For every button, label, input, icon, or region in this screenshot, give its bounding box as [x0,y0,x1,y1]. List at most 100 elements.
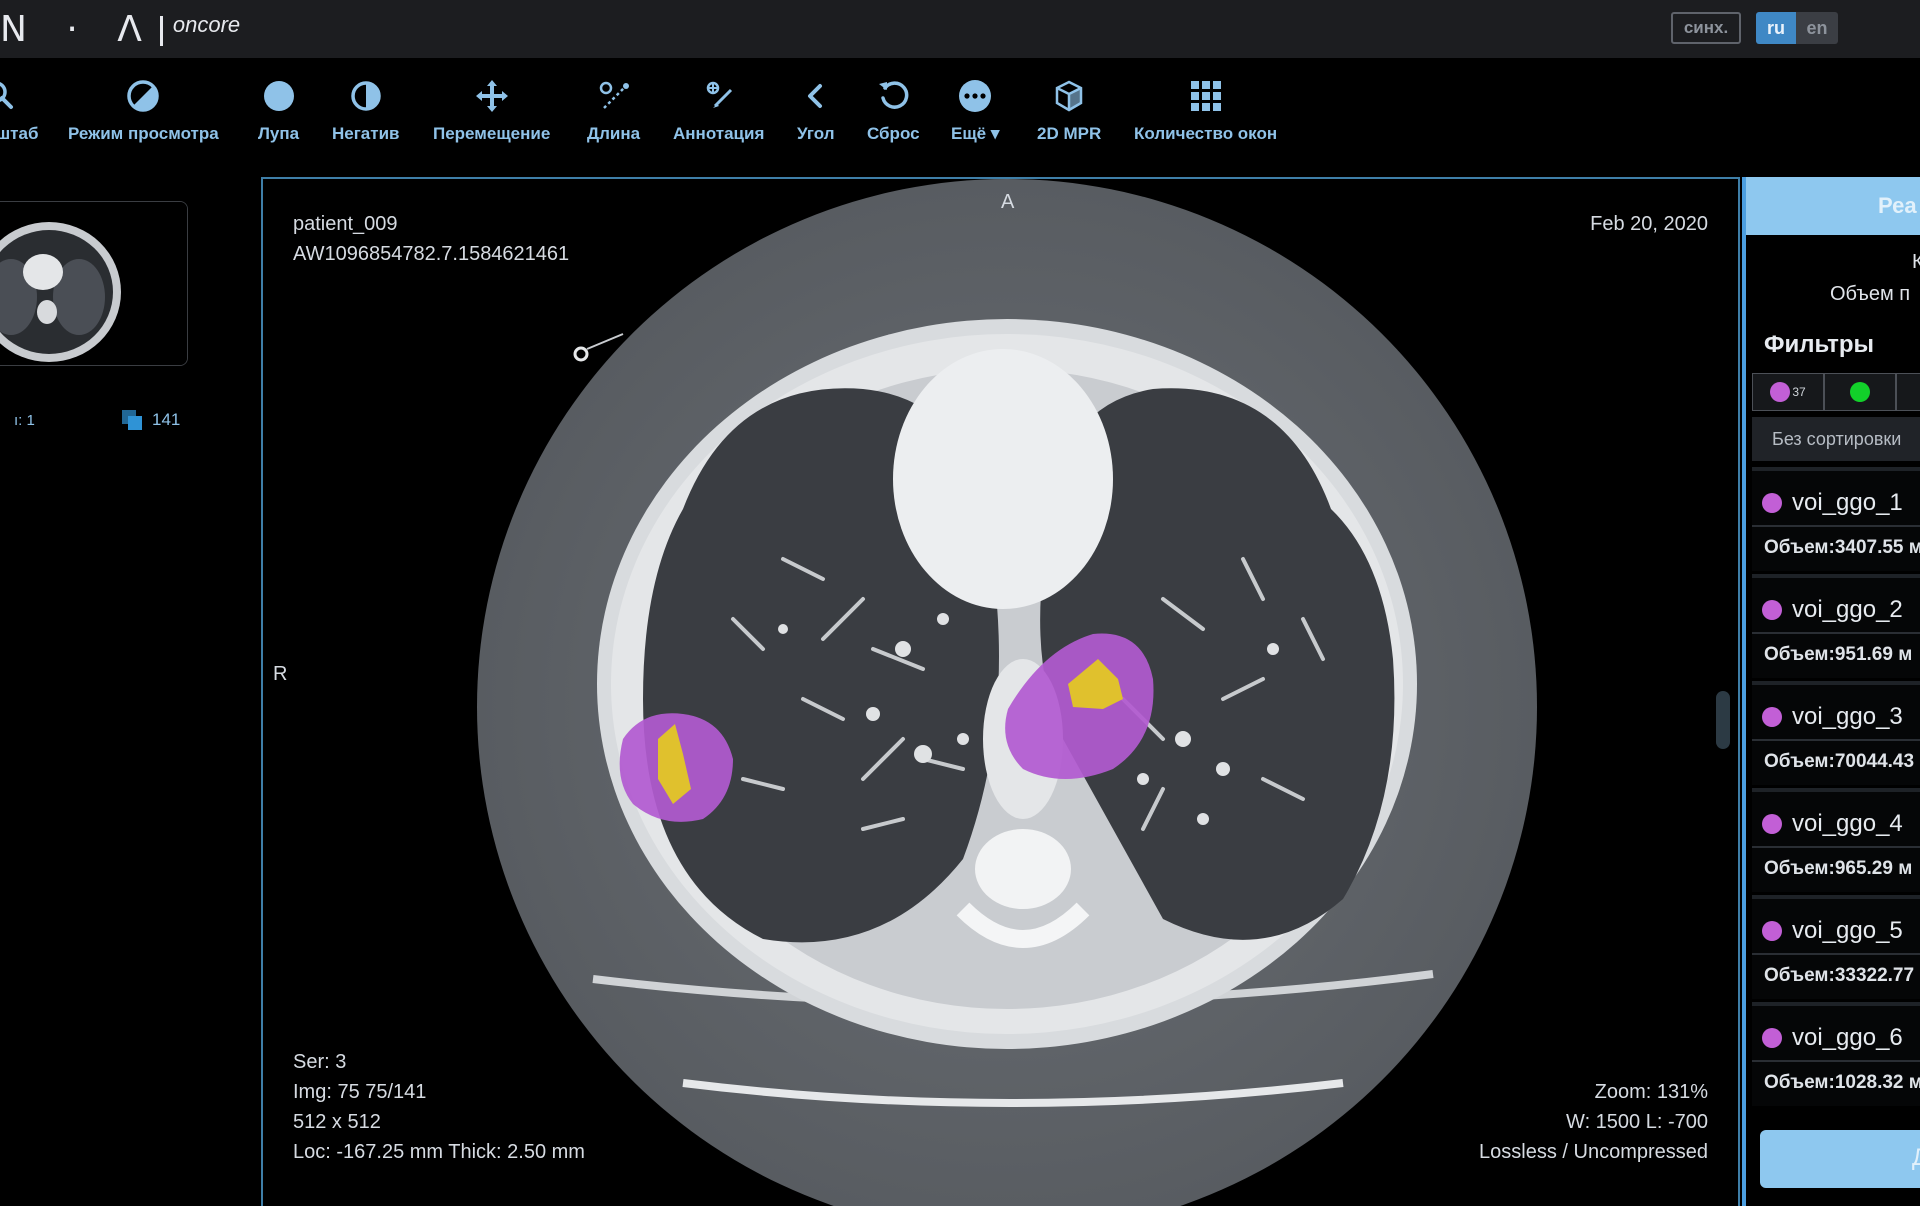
tool-annotation[interactable]: Аннотация [673,78,764,144]
divider [1752,632,1920,634]
overlay-top-right: Feb 20, 2020 [1590,209,1708,239]
image-count-value: 141 [152,410,181,429]
annotation-icon [706,81,732,108]
filter-chip-count: 37 [1792,385,1806,399]
tool-label: Ещё ▾ [951,124,1000,143]
series-panel: ı: 1 141 [0,176,262,1206]
voi-item[interactable]: voi_ggo_2 Объем:951.69 м [1752,574,1920,678]
tool-label: Сброс [867,124,920,143]
voi-name: voi_ggo_3 [1792,703,1903,730]
tool-length[interactable]: Длина [587,78,640,144]
language-en-button[interactable]: en [1796,12,1838,44]
filter-chip-green[interactable] [1824,373,1896,411]
panel-action-button[interactable]: Д [1760,1130,1920,1188]
window-level: W: 1500 L: -700 [1566,1111,1708,1133]
search-icon [0,81,14,109]
results-panel: Реа К Объем п Фильтры 37 Без сортировки … [1742,177,1920,1206]
top-bar: N · Λ oncore синх. ru en [0,0,1920,58]
slice-scroll-handle[interactable] [1716,691,1730,749]
series-number: ı: 1 [14,412,35,429]
logo-text: N · Λ [0,9,156,50]
contrast-icon [127,80,160,112]
voi-name: voi_ggo_5 [1792,917,1903,944]
voi-name: voi_ggo_4 [1792,810,1903,837]
tool-label: Перемещение [433,124,551,143]
tool-window-count[interactable]: Количество окон [1134,78,1277,144]
overlay-top-left: patient_009 AW1096854782.7.1584621461 [293,209,569,269]
filter-chip-purple[interactable]: 37 [1752,373,1824,411]
tool-2d-mpr[interactable]: 2D MPR [1037,78,1101,144]
sort-select[interactable]: Без сортировки [1752,417,1920,461]
cube-icon [1055,80,1083,112]
purple-dot-icon [1762,1028,1782,1048]
filter-chip-yellow[interactable] [1896,373,1920,411]
green-dot-icon [1850,382,1870,402]
results-info-line1: К [1912,251,1920,274]
panel-action-label: Д [1912,1144,1920,1172]
voi-item[interactable]: voi_ggo_6 Объем:1028.32 м [1752,1002,1920,1106]
overlay-bottom-right: Zoom: 131% W: 1500 L: -700 Lossless / Un… [1479,1077,1708,1167]
filters-title: Фильтры [1764,331,1875,358]
logo-divider [159,16,163,46]
tool-angle[interactable]: Угол [797,78,835,144]
voi-volume: Объем:33322.77 [1764,965,1915,986]
image-count: 141 [122,410,180,430]
patient-id: patient_009 [293,213,398,235]
slice-location: Loc: -167.25 mm Thick: 2.50 mm [293,1141,585,1163]
stack-icon [122,410,144,430]
orientation-top: A [1001,191,1015,213]
tool-pan[interactable]: Перемещение [433,78,550,144]
tool-view-mode[interactable]: Режим просмотра [68,78,219,144]
voi-item[interactable]: voi_ggo_4 Объем:965.29 м [1752,788,1920,892]
tool-more[interactable]: Ещё ▾ [951,78,999,144]
image-viewport[interactable]: A R patient_009 AW1096854782.7.158462146… [261,177,1740,1206]
tool-label: Режим просмотра [68,124,219,143]
zoom-level: Zoom: 131% [1594,1081,1708,1103]
angle-icon [807,84,822,108]
purple-dot-icon [1762,707,1782,727]
language-ru-button[interactable]: ru [1756,12,1796,44]
divider [1752,846,1920,848]
move-arrows-icon [475,80,508,112]
divider [1752,739,1920,741]
study-date: Feb 20, 2020 [1590,213,1708,235]
ruler-icon [599,81,629,109]
orientation-left: R [273,663,288,685]
purple-dot-icon [1762,600,1782,620]
magnifier-circle-icon [263,81,294,111]
purple-dot-icon [1770,382,1791,402]
voi-name: voi_ggo_2 [1792,596,1903,623]
voi-item[interactable]: voi_ggo_5 Объем:33322.77 [1752,895,1920,999]
study-uid: AW1096854782.7.1584621461 [293,243,570,265]
tool-label: Длина [587,124,641,143]
tool-magnifier[interactable]: Лупа [258,78,299,144]
tool-label: Негатив [332,124,400,143]
tool-negative[interactable]: Негатив [332,78,400,144]
tool-label: Лупа [258,124,300,143]
app-logo: N · Λ oncore [0,8,240,52]
grid-icon [1190,81,1221,111]
voi-item[interactable]: voi_ggo_1 Объем:3407.55 м [1752,467,1920,571]
voi-volume: Объем:3407.55 м [1764,537,1920,558]
tool-reset[interactable]: Сброс [867,78,920,144]
results-info-line2: Объем п [1830,283,1911,305]
overlay-bottom-left: Ser: 3 Img: 75 75/141 512 x 512 Loc: -16… [293,1047,585,1167]
matrix-size: 512 x 512 [293,1111,381,1133]
tool-label: Количество окон [1134,124,1278,143]
divider [1752,953,1920,955]
sync-button[interactable]: синх. [1671,12,1741,44]
tool-scale[interactable]: штаб [0,78,38,144]
results-header: Реа [1746,177,1920,235]
more-icon [959,80,992,112]
purple-dot-icon [1762,921,1782,941]
purple-dot-icon [1762,814,1782,834]
voi-volume: Объем:965.29 м [1764,858,1913,879]
voi-item[interactable]: voi_ggo_3 Объем:70044.43 [1752,681,1920,785]
ct-thumbnail-image [0,202,187,365]
series-thumbnail[interactable] [0,201,188,366]
tool-label: штаб [0,124,39,143]
half-circle-icon [351,81,381,111]
voi-volume: Объем:70044.43 [1764,751,1915,772]
toolbar: штаб Режим просмотра Лупа Негатив Переме… [0,58,1920,176]
tool-label: 2D MPR [1037,124,1102,143]
